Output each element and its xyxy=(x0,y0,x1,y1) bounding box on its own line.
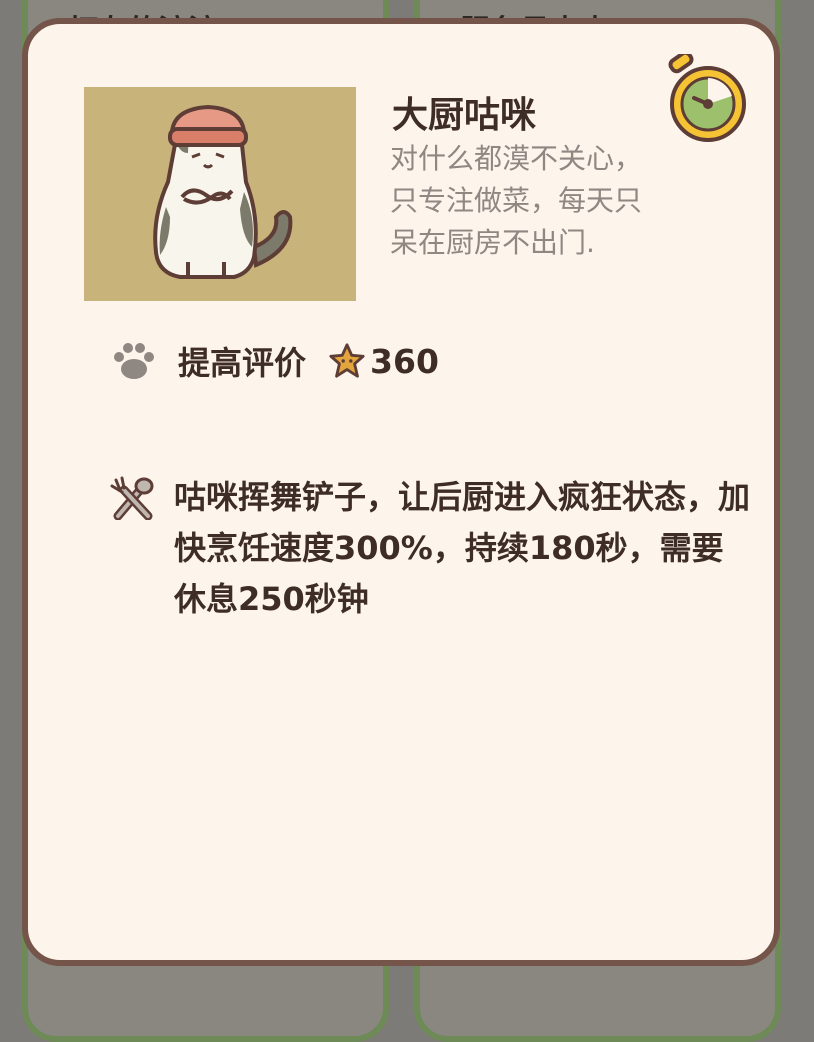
star-icon xyxy=(329,343,365,378)
skill-description: 咕咪挥舞铲子，让后厨进入疯狂状态，加快烹饪速度300%，持续180秒，需要休息2… xyxy=(174,478,751,618)
paw-icon xyxy=(114,343,154,379)
character-name: 大厨咕咪 xyxy=(392,95,537,136)
chef-cat-portrait xyxy=(84,87,356,301)
rating-value: 360 xyxy=(370,341,439,381)
character-description: 对什么都漠不关心，只专注做菜，每天只呆在厨房不出门. xyxy=(390,142,643,259)
spatula-fork-icon xyxy=(110,476,156,521)
rating-row: 提高评价 360 xyxy=(112,336,439,386)
stopwatch-icon[interactable] xyxy=(662,50,752,144)
character-detail-dialog: 大厨咕咪 对什么都漠不关心，只专注做菜，每天只呆在厨房不出门. 提高评价 360 xyxy=(22,18,780,966)
rating-label: 提高评价 xyxy=(178,344,307,382)
